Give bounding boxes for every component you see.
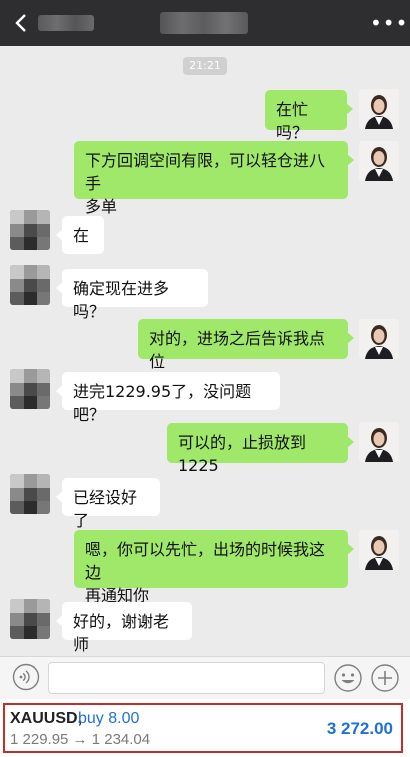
avatar-self[interactable] — [359, 422, 399, 462]
chat-area[interactable]: 21:21 在忙吗？ 下方回调空间有限，可以轻仓进八手 多单 在 确定现在进多吗… — [0, 46, 410, 656]
trade-direction: buy 8.00 — [78, 710, 140, 727]
message-bubble-sent[interactable]: 在忙吗？ — [265, 90, 353, 142]
avatar-self[interactable] — [359, 530, 399, 570]
message-input[interactable] — [48, 662, 325, 694]
trade-symbol: XAUUSD, — [10, 710, 83, 727]
message-bubble-sent[interactable]: 对的，进场之后告诉我点位 — [138, 319, 354, 371]
add-attachment-icon[interactable] — [370, 663, 400, 693]
message-bubble-received[interactable]: 已经设好了 — [56, 478, 160, 530]
trade-position-panel: XAUUSD, buy 8.00 1 229.95 → 1 234.04 3 2… — [3, 703, 403, 753]
avatar-self[interactable] — [359, 141, 399, 181]
back-arrow-icon[interactable] — [10, 11, 34, 35]
message-bubble-received[interactable]: 确定现在进多吗？ — [56, 269, 208, 321]
emoji-icon[interactable] — [333, 663, 363, 693]
message-bubble-sent[interactable]: 下方回调空间有限，可以轻仓进八手 多单 — [74, 141, 354, 216]
more-options-icon[interactable]: ••• — [370, 13, 407, 33]
avatar-self[interactable] — [359, 319, 399, 359]
avatar-self[interactable] — [359, 89, 399, 129]
avatar-contact[interactable] — [10, 210, 50, 250]
avatar-contact[interactable] — [10, 474, 50, 514]
message-bubble-sent[interactable]: 可以的，止损放到1225 — [167, 423, 354, 475]
avatar-contact[interactable] — [10, 369, 50, 409]
blurred-contact-name — [160, 12, 248, 34]
voice-input-icon[interactable] — [12, 663, 40, 691]
message-bubble-received[interactable]: 进完1229.95了，没问题吧？ — [56, 372, 280, 424]
avatar-contact[interactable] — [10, 265, 50, 305]
message-bubble-sent[interactable]: 嗯，你可以先忙，出场的时候我这边 再通知你 — [74, 530, 354, 605]
message-bubble-received[interactable]: 在 — [56, 216, 104, 254]
blurred-back-label — [38, 15, 94, 31]
input-bar — [0, 656, 410, 699]
trade-prices: 1 229.95 → 1 234.04 — [10, 731, 151, 748]
message-bubble-received[interactable]: 好的，谢谢老师 — [56, 602, 192, 654]
timestamp: 21:21 — [183, 57, 227, 75]
avatar-contact[interactable] — [10, 599, 50, 639]
trade-profit: 3 272.00 — [326, 719, 393, 738]
top-bar: ••• — [0, 0, 410, 46]
